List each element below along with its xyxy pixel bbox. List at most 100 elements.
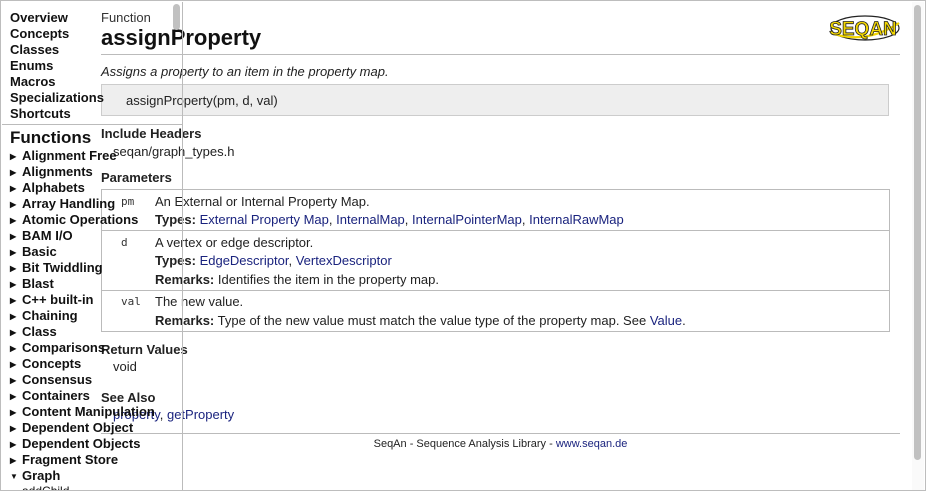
page-scrollbar[interactable] xyxy=(912,2,924,490)
seqan-logo[interactable]: SEQAN xyxy=(825,11,901,45)
title-divider xyxy=(101,54,900,55)
tree-group[interactable]: ▶ Array Handling xyxy=(10,196,155,212)
type-link[interactable]: EdgeDescriptor xyxy=(200,253,289,268)
caret-right-icon: ▶ xyxy=(10,424,17,433)
tree-group-label: Dependent Objects xyxy=(22,436,141,451)
caret-right-icon: ▶ xyxy=(10,216,17,225)
type-link[interactable]: InternalMap xyxy=(336,212,405,227)
caret-right-icon: ▶ xyxy=(10,456,17,465)
parameters-table: pm An External or Internal Property Map.… xyxy=(101,189,890,332)
tree-group[interactable]: ▶ Chaining xyxy=(10,308,155,324)
caret-down-icon: ▼ xyxy=(10,472,18,481)
tree-group[interactable]: ▶ Atomic Operations xyxy=(10,212,155,228)
caret-right-icon: ▶ xyxy=(10,296,17,305)
tree-group-label: Concepts xyxy=(22,356,82,371)
nav-item-classes[interactable]: Classes xyxy=(10,42,104,58)
tree-group[interactable]: ▶ Bit Twiddling xyxy=(10,260,155,276)
tree-group-label: Graph xyxy=(22,468,61,483)
nav-item-concepts[interactable]: Concepts xyxy=(10,26,104,42)
caret-right-icon: ▶ xyxy=(10,184,17,193)
param-remarks-val: Remarks: Type of the new value must matc… xyxy=(155,313,686,328)
type-link[interactable]: InternalRawMap xyxy=(529,212,624,227)
tree-group-label: C++ built-in xyxy=(22,292,94,307)
type-link[interactable]: VertexDescriptor xyxy=(296,253,392,268)
tree-group[interactable]: ▶ Concepts xyxy=(10,356,155,372)
functions-heading: Functions xyxy=(10,128,92,147)
nav-item-macros[interactable]: Macros xyxy=(10,74,104,90)
nav-scrollbar-thumb[interactable] xyxy=(173,4,180,30)
tree-group[interactable]: ▶ Content Manipulation xyxy=(10,404,155,420)
caret-right-icon: ▶ xyxy=(10,408,17,417)
sidebar: Overview Concepts Classes Enums Macros S… xyxy=(2,2,183,490)
caret-right-icon: ▶ xyxy=(10,312,17,321)
caret-right-icon: ▶ xyxy=(10,152,17,161)
tree-group-label: Fragment Store xyxy=(22,452,119,467)
caret-right-icon: ▶ xyxy=(10,248,17,257)
caret-right-icon: ▶ xyxy=(10,280,17,289)
param-types-d: Types: EdgeDescriptor, VertexDescriptor xyxy=(155,253,392,268)
param-row-divider xyxy=(102,230,889,231)
footer-text: SeqAn - Sequence Analysis Library - xyxy=(373,438,556,450)
tree-group[interactable]: ▶ Dependent Objects xyxy=(10,436,155,452)
caret-right-icon: ▶ xyxy=(10,328,17,337)
nav-item-shortcuts[interactable]: Shortcuts xyxy=(10,106,104,122)
param-desc-pm: An External or Internal Property Map. xyxy=(155,194,370,209)
tree-group-label: Atomic Operations xyxy=(22,212,139,227)
function-tree: ▶ Alignment Free ▶ Alignments ▶ Alphabets ▶… xyxy=(10,148,155,490)
tree-group-label: Alignments xyxy=(22,164,93,179)
tree-group-open[interactable]: ▼ Graph xyxy=(10,468,155,484)
caret-right-icon: ▶ xyxy=(10,168,17,177)
remarks-tail: . xyxy=(682,313,686,328)
tree-group[interactable]: ▶ Containers xyxy=(10,388,155,404)
page-scrollbar-thumb[interactable] xyxy=(914,5,921,460)
tree-group[interactable]: ▶ Alphabets xyxy=(10,180,155,196)
nav-item-specializations[interactable]: Specializations xyxy=(10,90,104,106)
browser-frame: Function assignProperty SEQAN Assigns a … xyxy=(0,0,926,491)
caret-right-icon: ▶ xyxy=(10,376,17,385)
tree-group-label: Class xyxy=(22,324,57,339)
tree-group[interactable]: ▶ Alignments xyxy=(10,164,155,180)
nav-item-overview[interactable]: Overview xyxy=(10,10,104,26)
value-link[interactable]: Value xyxy=(650,313,682,328)
tree-group-label: Dependent Object xyxy=(22,420,134,435)
tree-group[interactable]: ▶ Class xyxy=(10,324,155,340)
tree-group-label: Blast xyxy=(22,276,54,291)
tree-group[interactable]: ▶ Alignment Free xyxy=(10,148,155,164)
tree-group-label: Alignment Free xyxy=(22,148,117,163)
tree-group-label: Comparisons xyxy=(22,340,106,355)
tree-group[interactable]: ▶ Consensus xyxy=(10,372,155,388)
tree-leaf[interactable]: addChild xyxy=(10,484,155,490)
tree-group-label: Bit Twiddling xyxy=(22,260,103,275)
tree-group[interactable]: ▶ Dependent Object xyxy=(10,420,155,436)
tree-group-label: Alphabets xyxy=(22,180,85,195)
main-content: Function assignProperty SEQAN Assigns a … xyxy=(101,1,901,490)
param-row-divider xyxy=(102,290,889,291)
nav-item-enums[interactable]: Enums xyxy=(10,58,104,74)
tree-group[interactable]: ▶ BAM I/O xyxy=(10,228,155,244)
tree-group-label: Content Manipulation xyxy=(22,404,155,419)
type-link[interactable]: External Property Map xyxy=(200,212,329,227)
svg-text:SEQAN: SEQAN xyxy=(829,19,897,40)
tree-group[interactable]: ▶ Blast xyxy=(10,276,155,292)
tree-group-label: Basic xyxy=(22,244,57,259)
tree-group-label: Array Handling xyxy=(22,196,116,211)
footer: SeqAn - Sequence Analysis Library - www.… xyxy=(101,438,900,450)
remarks-text: Identifies the item in the property map. xyxy=(217,272,440,287)
tree-group[interactable]: ▶ Basic xyxy=(10,244,155,260)
footer-link[interactable]: www.seqan.de xyxy=(556,438,628,450)
tree-group[interactable]: ▶ Comparisons xyxy=(10,340,155,356)
sidebar-nav: Overview Concepts Classes Enums Macros S… xyxy=(10,10,104,122)
caret-right-icon: ▶ xyxy=(10,392,17,401)
caret-right-icon: ▶ xyxy=(10,232,17,241)
signature-box: assignProperty(pm, d, val) xyxy=(101,84,889,116)
footer-divider xyxy=(101,433,900,434)
tree-group[interactable]: ▶ Fragment Store xyxy=(10,452,155,468)
caret-right-icon: ▶ xyxy=(10,344,17,353)
tree-group[interactable]: ▶ C++ built-in xyxy=(10,292,155,308)
tree-group-label: Consensus xyxy=(22,372,93,387)
caret-right-icon: ▶ xyxy=(10,264,17,273)
caret-right-icon: ▶ xyxy=(10,200,17,209)
param-remarks-d: Remarks: Identifies the item in the prop… xyxy=(155,272,439,287)
type-link[interactable]: InternalPointerMap xyxy=(412,212,522,227)
caret-right-icon: ▶ xyxy=(10,360,17,369)
